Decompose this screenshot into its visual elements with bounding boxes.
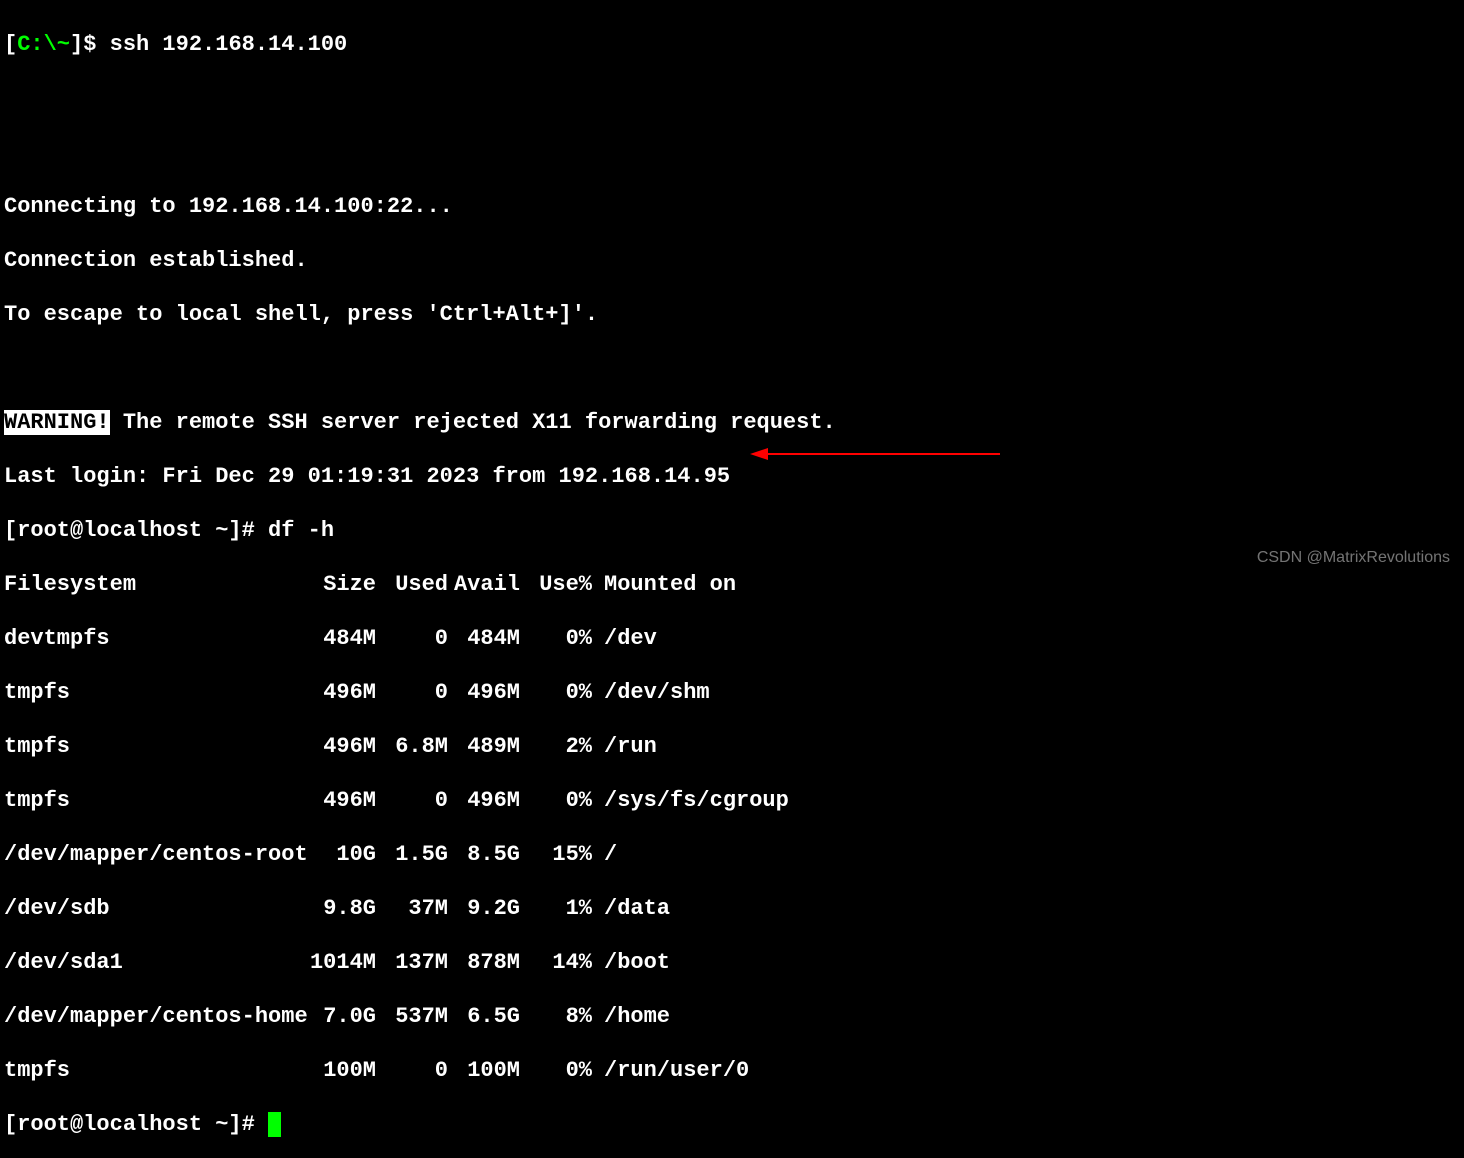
- df-mount: /sys/fs/cgroup: [592, 787, 789, 814]
- warning-text: The remote SSH server rejected X11 forwa…: [110, 410, 836, 435]
- blank-line: [4, 355, 1460, 382]
- df-usep: 14%: [520, 949, 592, 976]
- df-data-row-highlighted: /dev/sdb9.8G37M9.2G1%/data: [4, 895, 1460, 922]
- df-usep: 0%: [520, 1057, 592, 1084]
- df-used: 0: [376, 1057, 448, 1084]
- df-header-usep: Use%: [520, 571, 592, 598]
- df-avail: 878M: [448, 949, 520, 976]
- df-used: 0: [376, 625, 448, 652]
- df-mount: /dev: [592, 625, 657, 652]
- df-size: 496M: [304, 679, 376, 706]
- df-mount: /: [592, 841, 617, 868]
- df-header-row: FilesystemSizeUsedAvailUse%Mounted on: [4, 571, 1460, 598]
- prompt-dollar: $: [83, 32, 96, 57]
- blank-line: [4, 139, 1460, 166]
- df-used: 0: [376, 679, 448, 706]
- df-mount: /home: [592, 1003, 670, 1030]
- escape-instruction-line: To escape to local shell, press 'Ctrl+Al…: [4, 301, 1460, 328]
- df-filesystem: tmpfs: [4, 679, 304, 706]
- prompt-bracket-open: [: [4, 32, 17, 57]
- warning-label: WARNING!: [4, 410, 110, 435]
- df-filesystem: tmpfs: [4, 787, 304, 814]
- root-prompt: [root@localhost ~]#: [4, 1112, 268, 1137]
- df-avail: 484M: [448, 625, 520, 652]
- df-used: 6.8M: [376, 733, 448, 760]
- df-avail: 489M: [448, 733, 520, 760]
- df-header-size: Size: [304, 571, 376, 598]
- root-prompt: [root@localhost ~]#: [4, 518, 268, 543]
- df-mount: /boot: [592, 949, 670, 976]
- df-used: 137M: [376, 949, 448, 976]
- df-size: 496M: [304, 733, 376, 760]
- df-data-row: /dev/mapper/centos-root10G1.5G8.5G15%/: [4, 841, 1460, 868]
- df-avail: 100M: [448, 1057, 520, 1084]
- df-size: 484M: [304, 625, 376, 652]
- connection-established-line: Connection established.: [4, 247, 1460, 274]
- df-size: 10G: [304, 841, 376, 868]
- df-data-row: tmpfs496M0496M0%/dev/shm: [4, 679, 1460, 706]
- blank-line: [4, 85, 1460, 112]
- df-filesystem: tmpfs: [4, 733, 304, 760]
- df-mount: /dev/shm: [592, 679, 710, 706]
- df-data-row: tmpfs496M0496M0%/sys/fs/cgroup: [4, 787, 1460, 814]
- df-mount: /run: [592, 733, 657, 760]
- df-size: 1014M: [304, 949, 376, 976]
- df-size: 496M: [304, 787, 376, 814]
- df-used: 537M: [376, 1003, 448, 1030]
- df-size: 100M: [304, 1057, 376, 1084]
- df-filesystem: /dev/mapper/centos-home: [4, 1003, 304, 1030]
- prompt-path: C:\~: [17, 32, 70, 57]
- df-filesystem: /dev/mapper/centos-root: [4, 841, 304, 868]
- df-used: 37M: [376, 895, 448, 922]
- df-usep: 8%: [520, 1003, 592, 1030]
- df-data-row: tmpfs496M6.8M489M2%/run: [4, 733, 1460, 760]
- df-avail: 496M: [448, 787, 520, 814]
- df-header-used: Used: [376, 571, 448, 598]
- df-usep: 2%: [520, 733, 592, 760]
- cursor: [268, 1112, 281, 1137]
- df-avail: 496M: [448, 679, 520, 706]
- final-prompt-line[interactable]: [root@localhost ~]#: [4, 1111, 1460, 1138]
- connecting-line: Connecting to 192.168.14.100:22...: [4, 193, 1460, 220]
- ssh-command-line: [C:\~]$ ssh 192.168.14.100: [4, 31, 1460, 58]
- df-data-row: /dev/mapper/centos-home7.0G537M6.5G8%/ho…: [4, 1003, 1460, 1030]
- ssh-command: ssh 192.168.14.100: [96, 32, 347, 57]
- df-mount: /run/user/0: [592, 1057, 749, 1084]
- df-filesystem: tmpfs: [4, 1057, 304, 1084]
- df-filesystem: /dev/sdb: [4, 895, 304, 922]
- df-data-row: devtmpfs484M0484M0%/dev: [4, 625, 1460, 652]
- df-used: 1.5G: [376, 841, 448, 868]
- last-login-line: Last login: Fri Dec 29 01:19:31 2023 fro…: [4, 463, 1460, 490]
- terminal-output[interactable]: [C:\~]$ ssh 192.168.14.100 Connecting to…: [4, 4, 1460, 1158]
- df-usep: 0%: [520, 625, 592, 652]
- df-usep: 0%: [520, 679, 592, 706]
- prompt-bracket-close: ]: [70, 32, 83, 57]
- df-header-mounted: Mounted on: [592, 571, 736, 598]
- df-header-filesystem: Filesystem: [4, 571, 304, 598]
- df-usep: 1%: [520, 895, 592, 922]
- df-used: 0: [376, 787, 448, 814]
- df-size: 7.0G: [304, 1003, 376, 1030]
- df-data-row: tmpfs100M0100M0%/run/user/0: [4, 1057, 1460, 1084]
- df-usep: 0%: [520, 787, 592, 814]
- watermark-text: CSDN @MatrixRevolutions: [1257, 544, 1450, 571]
- df-filesystem: devtmpfs: [4, 625, 304, 652]
- df-usep: 15%: [520, 841, 592, 868]
- df-command: df -h: [268, 518, 334, 543]
- df-avail: 8.5G: [448, 841, 520, 868]
- warning-line: WARNING! The remote SSH server rejected …: [4, 409, 1460, 436]
- df-avail: 6.5G: [448, 1003, 520, 1030]
- df-data-row: /dev/sda11014M137M878M14%/boot: [4, 949, 1460, 976]
- df-command-line: [root@localhost ~]# df -h: [4, 517, 1460, 544]
- df-mount: /data: [592, 895, 670, 922]
- df-header-avail: Avail: [448, 571, 520, 598]
- df-size: 9.8G: [304, 895, 376, 922]
- df-avail: 9.2G: [448, 895, 520, 922]
- df-filesystem: /dev/sda1: [4, 949, 304, 976]
